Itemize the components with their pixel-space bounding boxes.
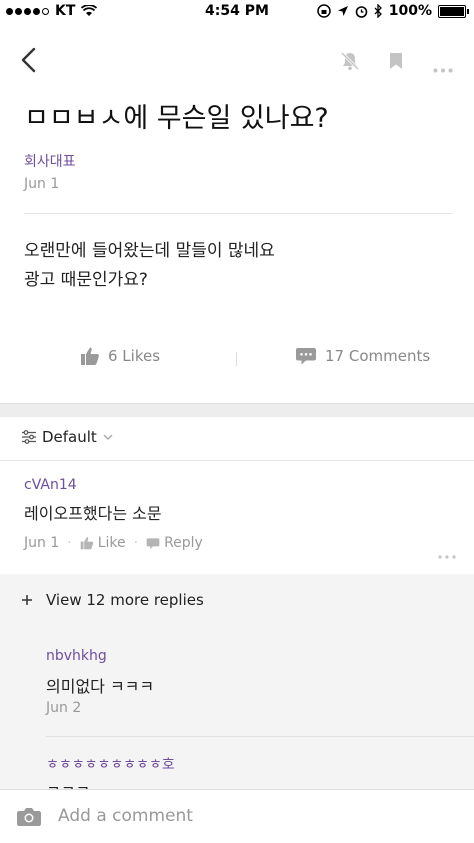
divider xyxy=(24,213,452,214)
bookmark-icon xyxy=(390,53,402,69)
separator-dot: · xyxy=(133,535,139,551)
comment-author[interactable]: cVAn14 xyxy=(24,477,77,493)
sliders-icon xyxy=(22,430,36,444)
camera-icon xyxy=(17,808,41,826)
sort-selector[interactable]: Default xyxy=(22,428,113,446)
view-more-label: View 12 more replies xyxy=(46,591,204,609)
thumbs-up-icon xyxy=(81,347,99,365)
status-bar: KT 4:54 PM 100% xyxy=(0,0,474,24)
alarm-icon xyxy=(355,5,368,18)
bookmark-button[interactable] xyxy=(389,52,403,74)
post-date: Jun 1 xyxy=(24,176,60,192)
camera-button[interactable] xyxy=(17,806,41,830)
battery-icon xyxy=(438,4,469,18)
mute-notifications-button[interactable] xyxy=(340,51,360,75)
comment-composer: Add a comment xyxy=(0,789,474,843)
chevron-down-icon xyxy=(103,434,113,440)
comments-button[interactable]: 17 Comments xyxy=(295,346,430,366)
add-comment-input[interactable]: Add a comment xyxy=(58,806,193,826)
comment-date: Jun 1 xyxy=(24,535,60,551)
section-separator xyxy=(0,403,474,417)
separator-dot: · xyxy=(67,535,72,551)
reply-text: 의미없다 ㅋㅋㅋ xyxy=(46,677,155,696)
likes-button[interactable]: 6 Likes xyxy=(80,346,160,366)
comment-reply-label: Reply xyxy=(164,535,203,551)
rotation-lock-icon xyxy=(316,4,331,18)
comment-meta: Jun 1 · Like · Reply xyxy=(24,535,203,551)
post-stats: 6 Likes 17 Comments xyxy=(0,346,474,376)
comment-text: 레이오프했다는 소문 xyxy=(24,504,162,523)
comment-like-label: Like xyxy=(97,535,126,551)
location-icon xyxy=(337,6,348,16)
thumbs-up-icon xyxy=(80,537,93,550)
reply-date: Jun 2 xyxy=(46,700,82,716)
comment-reply-button[interactable]: Reply xyxy=(146,535,203,551)
status-indicators: 100% xyxy=(316,3,469,19)
divider xyxy=(46,736,474,737)
chevron-left-icon xyxy=(21,47,36,73)
post-title: ㅁㅁㅂㅅ에 무슨일 있나요? xyxy=(24,103,329,134)
view-more-replies-button[interactable]: View 12 more replies xyxy=(22,591,204,609)
divider xyxy=(0,460,474,461)
bluetooth-icon xyxy=(374,4,382,18)
reply-author[interactable]: ㅎㅎㅎㅎㅎㅎㅎㅎㅎ호 xyxy=(46,754,175,774)
post-body-line: 오랜만에 들어왔는데 말들이 많네요 xyxy=(24,241,275,261)
post-author[interactable]: 회사대표 xyxy=(24,151,76,171)
stats-divider xyxy=(236,352,237,366)
battery-label: 100% xyxy=(388,3,432,19)
likes-count: 6 Likes xyxy=(108,347,161,365)
post-body: 오랜만에 들어왔는데 말들이 많네요 광고 때문인가요? xyxy=(24,237,275,295)
comment-like-button[interactable]: Like xyxy=(80,535,126,551)
bell-off-icon xyxy=(340,51,360,71)
sort-label: Default xyxy=(42,428,97,446)
more-options-button[interactable] xyxy=(433,58,453,77)
more-horizontal-icon xyxy=(438,555,456,559)
reply-icon xyxy=(146,537,160,549)
plus-icon xyxy=(22,595,32,605)
comment-icon xyxy=(296,348,316,365)
reply-author[interactable]: nbvhkhg xyxy=(46,648,107,664)
more-horizontal-icon xyxy=(433,68,453,73)
post-body-line: 광고 때문인가요? xyxy=(24,270,148,290)
back-button[interactable] xyxy=(18,46,40,78)
comment-more-button[interactable] xyxy=(438,544,456,563)
comments-count: 17 Comments xyxy=(325,347,431,365)
